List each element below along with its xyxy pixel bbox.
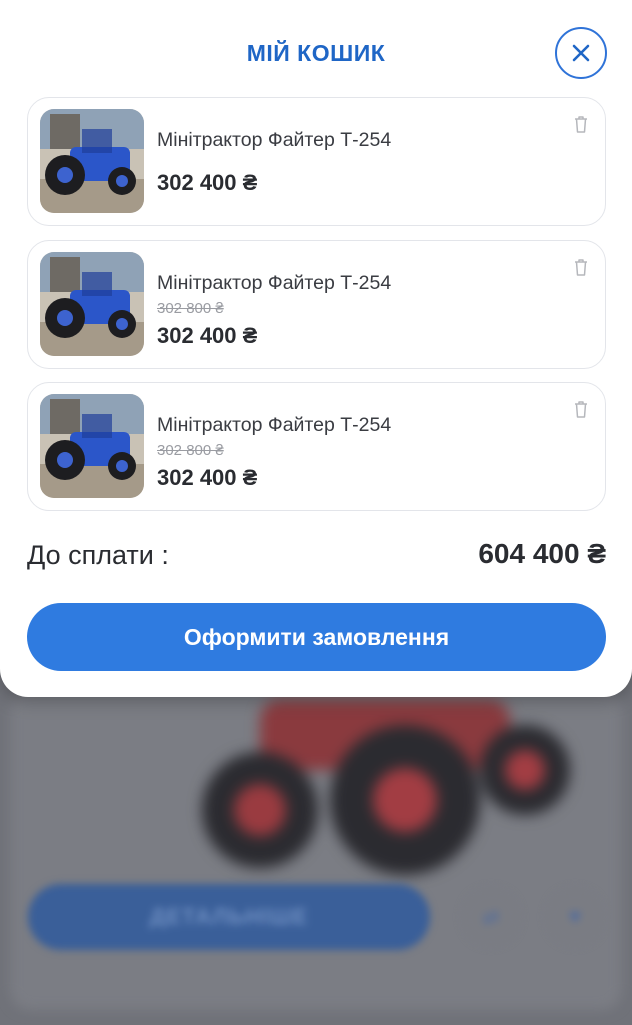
cart-title: МІЙ КОШИК — [246, 40, 386, 66]
cart-item: Мінітрактор Файтер Т-254 302 800 ₴ 302 4… — [27, 240, 606, 369]
close-icon — [572, 44, 590, 62]
product-name[interactable]: Мінітрактор Файтер Т-254 — [157, 414, 391, 437]
trash-icon[interactable] — [571, 257, 591, 277]
product-thumbnail[interactable] — [40, 109, 144, 213]
background-favorite-icon: ♥ — [546, 888, 604, 946]
product-thumbnail[interactable] — [40, 394, 144, 498]
cart-sheet: МІЙ КОШИК Мінітрактор Файтер Т-254 302 4… — [0, 0, 632, 697]
product-name[interactable]: Мінітрактор Файтер Т-254 — [157, 272, 391, 295]
product-thumbnail[interactable] — [40, 252, 144, 356]
total-value: 604 400 ₴ — [478, 538, 606, 569]
close-button[interactable] — [555, 27, 607, 79]
product-old-price: 302 800 ₴ — [157, 300, 224, 317]
product-price: 302 400 ₴ — [157, 323, 258, 348]
background-details-label: ДЕТАЛЬНІШЕ — [149, 904, 309, 929]
trash-icon[interactable] — [571, 399, 591, 419]
checkout-button[interactable]: Оформити замовлення — [27, 603, 606, 671]
background-details-button: ДЕТАЛЬНІШЕ — [28, 884, 430, 950]
background-tractor-image — [202, 700, 570, 875]
product-old-price: 302 800 ₴ — [157, 442, 224, 459]
background-compare-icon: ⇄ — [462, 888, 520, 946]
product-name[interactable]: Мінітрактор Файтер Т-254 — [157, 129, 391, 152]
total-label: До сплати : — [27, 540, 169, 570]
cart-item: Мінітрактор Файтер Т-254 302 400 ₴ — [27, 97, 606, 226]
cart-item: Мінітрактор Файтер Т-254 302 800 ₴ 302 4… — [27, 382, 606, 511]
product-price: 302 400 ₴ — [157, 465, 258, 490]
trash-icon[interactable] — [571, 114, 591, 134]
product-price: 302 400 ₴ — [157, 170, 258, 195]
